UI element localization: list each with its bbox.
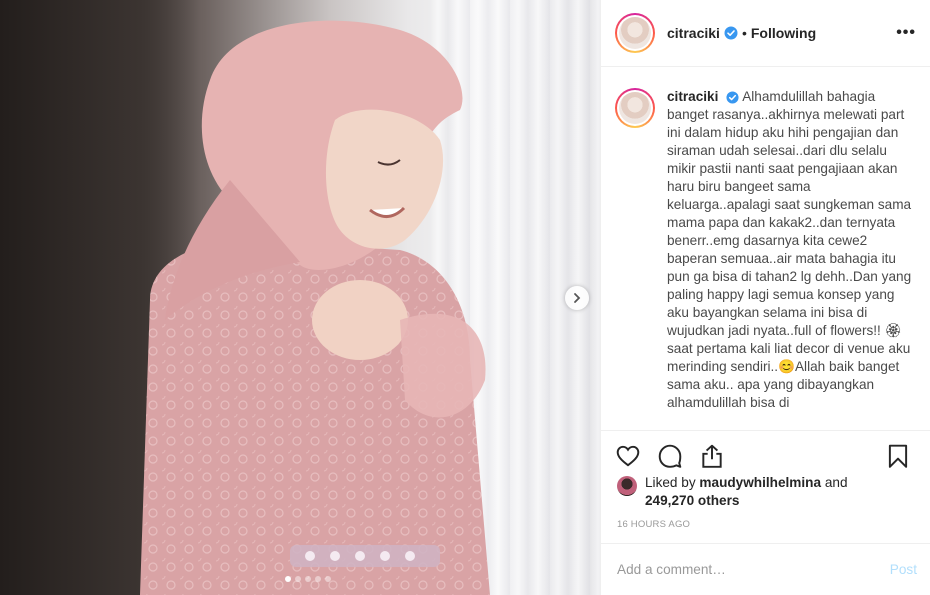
liker-avatar[interactable] [617,476,637,496]
comment-input[interactable] [617,562,890,577]
post-comment-button[interactable]: Post [890,562,917,577]
woman-in-pink-hijab-illustration [140,20,490,595]
caption-text: Alhamdulillah bahagia banget rasanya..ak… [667,89,912,410]
verified-badge-icon [726,91,739,104]
likes-text: Liked by maudywhilhelmina and 249,270 ot… [645,474,848,510]
carousel-dot [295,576,301,582]
likes-prefix: Liked by [645,475,696,490]
liker-username-link[interactable]: maudywhilhelmina [699,475,821,490]
save-bookmark-icon[interactable] [885,443,911,469]
username-link[interactable]: citraciki [667,25,720,41]
post-details-panel: citraciki • Following ••• citraciki Alha… [600,0,930,595]
more-options-button[interactable]: ••• [896,24,916,42]
caption-body: citraciki Alhamdulillah bahagia banget r… [667,88,915,412]
comment-form: Post [601,543,930,595]
likes-joiner: and [824,475,848,490]
avatar[interactable] [615,13,655,53]
likes-summary: Liked by maudywhilhelmina and 249,270 ot… [617,474,848,510]
header-separator: • [741,25,747,41]
carousel-dot [285,576,291,582]
carousel-dot [325,576,331,582]
post-header: citraciki • Following ••• [601,0,930,67]
share-icon[interactable] [699,443,725,469]
like-heart-icon[interactable] [615,443,641,469]
carousel-dot [305,576,311,582]
carousel-dot [315,576,321,582]
caption-comment: citraciki Alhamdulillah bahagia banget r… [615,88,917,412]
following-button[interactable]: Following [751,25,816,41]
post-image[interactable] [0,0,600,595]
carousel-next-button[interactable] [565,286,589,310]
comment-bubble-icon[interactable] [657,443,683,469]
carousel-indicator [285,576,331,582]
likes-others-link[interactable]: 249,270 others [645,493,739,508]
caption-avatar[interactable] [615,88,655,128]
chevron-right-icon [574,293,581,303]
verified-badge-icon [724,26,738,40]
profile-photo [619,92,651,124]
post-timestamp[interactable]: 16 HOURS AGO [617,519,690,530]
action-bar [601,430,930,480]
caption-scroll-area[interactable]: citraciki Alhamdulillah bahagia banget r… [601,68,930,430]
profile-photo [619,17,651,49]
caption-username-link[interactable]: citraciki [667,89,718,104]
